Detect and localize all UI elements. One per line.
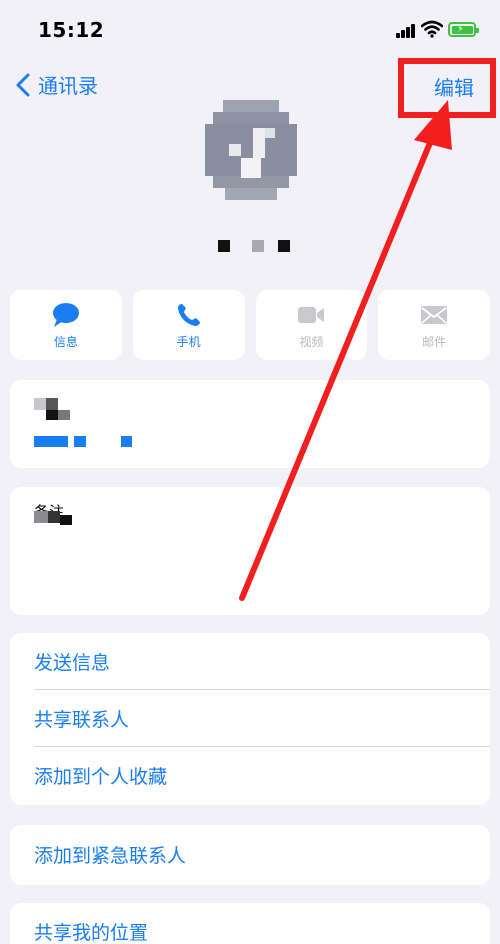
video-action-button[interactable]: 视频 [255, 290, 368, 360]
status-time: 15:12 [38, 18, 105, 42]
share-location-list: 共享我的位置 [10, 903, 490, 944]
annotation-highlight-box [398, 58, 496, 118]
send-message-row[interactable]: 发送信息 [10, 633, 490, 690]
chevron-left-icon [16, 73, 30, 96]
video-camera-icon [298, 307, 325, 323]
mail-action-label: 邮件 [422, 335, 447, 349]
phone-action-button[interactable]: 手机 [132, 290, 245, 360]
status-bar: 15:12 ⚡ [0, 0, 500, 60]
message-action-label: 信息 [53, 335, 78, 349]
mail-action-button[interactable]: 邮件 [378, 290, 490, 360]
message-bubble-icon [52, 303, 79, 327]
phone-action-label: 手机 [176, 335, 201, 349]
mail-icon [421, 306, 448, 324]
phone-icon [177, 304, 200, 326]
contact-avatar [205, 100, 297, 200]
contact-name-redacted [214, 240, 294, 254]
back-label: 通讯录 [38, 74, 98, 98]
phone-number-card[interactable] [10, 380, 490, 468]
contact-actions-list: 发送信息 共享联系人 添加到个人收藏 [10, 633, 490, 805]
notes-card[interactable]: 备注 [10, 487, 490, 615]
share-my-location-row[interactable]: 共享我的位置 [10, 903, 490, 944]
video-action-label: 视频 [299, 335, 324, 349]
quick-actions: 信息 手机 视频 邮件 [10, 290, 490, 360]
share-contact-row[interactable]: 共享联系人 [10, 690, 490, 747]
add-to-favorites-row[interactable]: 添加到个人收藏 [10, 747, 490, 804]
add-to-emergency-contacts-row[interactable]: 添加到紧急联系人 [10, 826, 490, 883]
cellular-signal-icon [396, 24, 416, 38]
message-action-button[interactable]: 信息 [10, 290, 122, 360]
back-button[interactable]: 通讯录 [12, 70, 98, 99]
wifi-icon [421, 20, 443, 38]
battery-charging-icon: ⚡ [448, 22, 479, 37]
emergency-contact-list: 添加到紧急联系人 [10, 825, 490, 885]
